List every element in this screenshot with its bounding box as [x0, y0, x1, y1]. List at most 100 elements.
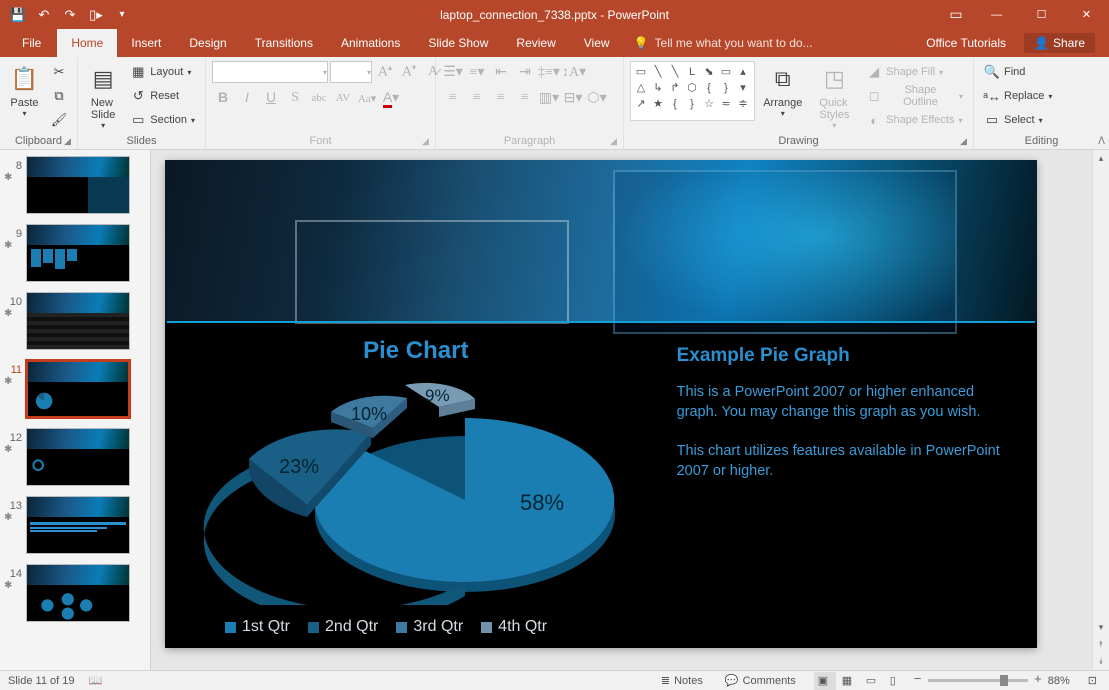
thumbnail-14[interactable]: 14✱ — [0, 562, 150, 630]
drawing-dialog-launcher[interactable]: ◢ — [960, 136, 971, 147]
thumbnail-10[interactable]: 10✱ — [0, 290, 150, 358]
spell-check-icon[interactable]: 📖 — [88, 674, 102, 687]
align-left-button[interactable]: ≡ — [442, 87, 464, 109]
change-case-button[interactable]: Aa▾ — [356, 87, 378, 109]
tab-insert[interactable]: Insert — [117, 29, 175, 57]
align-center-button[interactable]: ≡ — [466, 87, 488, 109]
bold-button[interactable]: B — [212, 87, 234, 109]
thumbnail-8[interactable]: 8✱ — [0, 154, 150, 222]
scroll-up-icon[interactable]: ▴ — [1093, 150, 1109, 167]
decrease-indent-button[interactable]: ⇤ — [490, 61, 512, 83]
start-from-beginning-icon[interactable]: ▯▸ — [84, 3, 108, 27]
zoom-in-icon[interactable]: + — [1034, 671, 1042, 686]
decrease-font-icon[interactable]: A▾ — [398, 61, 420, 83]
tell-me[interactable]: 💡 — [634, 29, 927, 57]
increase-font-icon[interactable]: A▴ — [374, 61, 396, 83]
select-button[interactable]: ▭Select ▾ — [980, 109, 1056, 131]
justify-button[interactable]: ≡ — [514, 87, 536, 109]
comments-button[interactable]: 💬Comments — [721, 674, 800, 687]
align-text-button[interactable]: ⊟▾ — [562, 87, 584, 109]
shape-outline-button[interactable]: ◻Shape Outline ▾ — [862, 85, 967, 107]
shape-fill-button[interactable]: ◢Shape Fill ▾ — [862, 61, 967, 83]
vertical-scrollbar[interactable]: ▴ ▾ ⯭ ⯯ — [1092, 150, 1109, 670]
replace-button[interactable]: ᵃ↔Replace ▾ — [980, 85, 1056, 107]
zoom-level[interactable]: 88% — [1048, 675, 1070, 687]
clipboard-dialog-launcher[interactable]: ◢ — [64, 136, 75, 147]
numbering-button[interactable]: ≡▾ — [466, 61, 488, 83]
thumbnail-12[interactable]: 12✱ — [0, 426, 150, 494]
qat-customize-icon[interactable]: ▾ — [110, 3, 134, 27]
font-color-button[interactable]: A▾ — [380, 87, 402, 109]
share-button[interactable]: 👤Share — [1024, 33, 1095, 53]
undo-icon[interactable]: ↶ — [32, 3, 56, 27]
font-size-combo[interactable]: ▾ — [330, 61, 372, 83]
collapse-ribbon-icon[interactable]: ᐱ — [1098, 136, 1105, 147]
previous-slide-icon[interactable]: ⯭ — [1093, 636, 1109, 653]
tab-slideshow[interactable]: Slide Show — [414, 29, 502, 57]
section-button[interactable]: ▭Section ▾ — [126, 109, 199, 131]
underline-button[interactable]: U — [260, 87, 282, 109]
char-spacing-button[interactable]: AV — [332, 87, 354, 109]
smartart-button[interactable]: ⬡▾ — [586, 87, 608, 109]
reading-view-icon[interactable]: ▭ — [862, 672, 884, 690]
tab-home[interactable]: Home — [57, 29, 117, 57]
shape-effects-button[interactable]: ◐Shape Effects ▾ — [862, 109, 967, 131]
text-placeholder[interactable]: Example Pie Graph This is a PowerPoint 2… — [667, 325, 1037, 648]
find-button[interactable]: 🔍Find — [980, 61, 1056, 83]
zoom-out-icon[interactable]: − — [914, 671, 922, 686]
format-painter-button[interactable]: 🖌 — [47, 109, 71, 131]
text-direction-button[interactable]: ↕A▾ — [562, 61, 584, 83]
notes-button[interactable]: ≣Notes — [657, 674, 707, 687]
scroll-down-icon[interactable]: ▾ — [1093, 619, 1109, 636]
quick-styles-button[interactable]: ◳ Quick Styles▾ — [811, 61, 859, 130]
tab-view[interactable]: View — [570, 29, 624, 57]
redo-icon[interactable]: ↷ — [58, 3, 82, 27]
office-tutorials-link[interactable]: Office Tutorials — [926, 36, 1006, 50]
save-icon[interactable]: 💾 — [6, 3, 30, 27]
align-right-button[interactable]: ≡ — [490, 87, 512, 109]
tab-design[interactable]: Design — [175, 29, 240, 57]
reset-button[interactable]: ↺Reset — [126, 85, 199, 107]
tab-transitions[interactable]: Transitions — [241, 29, 327, 57]
new-slide-button[interactable]: ▤ New Slide▾ — [84, 61, 122, 130]
italic-button[interactable]: I — [236, 87, 258, 109]
slide-sorter-view-icon[interactable]: ▦ — [838, 672, 860, 690]
slide-thumbnails-panel[interactable]: 8✱ 9✱ 10✱ 11✱ 12✱ 13✱ 14✱ — [0, 150, 151, 670]
increase-indent-button[interactable]: ⇥ — [514, 61, 536, 83]
slideshow-view-icon[interactable]: ▯ — [886, 672, 908, 690]
slide[interactable]: Pie Chart 58% — [165, 160, 1037, 648]
zoom-thumb[interactable] — [1000, 675, 1008, 686]
font-name-combo[interactable]: ▾ — [212, 61, 328, 83]
minimize-button[interactable]: — — [974, 0, 1019, 29]
slide-canvas-area[interactable]: Pie Chart 58% — [151, 150, 1092, 670]
strikethrough-button[interactable]: abc — [308, 87, 330, 109]
thumbnail-9[interactable]: 9✱ — [0, 222, 150, 290]
font-dialog-launcher[interactable]: ◢ — [422, 136, 433, 147]
close-button[interactable]: ✕ — [1064, 0, 1109, 29]
paste-button[interactable]: 📋 Paste▾ — [6, 61, 43, 118]
ribbon-display-options-icon[interactable]: ▭ — [938, 0, 974, 29]
bullets-button[interactable]: ☰▾ — [442, 61, 464, 83]
fit-to-window-icon[interactable]: ⊡ — [1084, 674, 1101, 687]
shapes-gallery[interactable]: ▭╲╲L⬊▭▴ △↳↱⬡{}▾ ↗★{}☆≂≑ — [630, 61, 755, 121]
chart-placeholder[interactable]: Pie Chart 58% — [165, 325, 667, 648]
normal-view-icon[interactable]: ▣ — [814, 672, 836, 690]
layout-button[interactable]: ▦Layout ▾ — [126, 61, 199, 83]
arrange-button[interactable]: ⧉ Arrange▾ — [759, 61, 807, 118]
line-spacing-button[interactable]: ‡≡▾ — [538, 61, 560, 83]
tab-animations[interactable]: Animations — [327, 29, 414, 57]
shadow-button[interactable]: S — [284, 87, 306, 109]
next-slide-icon[interactable]: ⯯ — [1093, 653, 1109, 670]
zoom-slider[interactable]: − + — [928, 679, 1028, 682]
paragraph-dialog-launcher[interactable]: ◢ — [610, 136, 621, 147]
thumbnail-13[interactable]: 13✱ — [0, 494, 150, 562]
tab-file[interactable]: File — [6, 29, 57, 57]
copy-button[interactable]: ⧉ — [47, 85, 71, 107]
tab-review[interactable]: Review — [502, 29, 569, 57]
columns-button[interactable]: ▥▾ — [538, 87, 560, 109]
tell-me-input[interactable] — [655, 36, 885, 50]
maximize-button[interactable]: ☐ — [1019, 0, 1064, 29]
cut-button[interactable]: ✂ — [47, 61, 71, 83]
slide-counter[interactable]: Slide 11 of 19 — [8, 675, 74, 687]
thumbnail-11[interactable]: 11✱ — [0, 358, 150, 426]
